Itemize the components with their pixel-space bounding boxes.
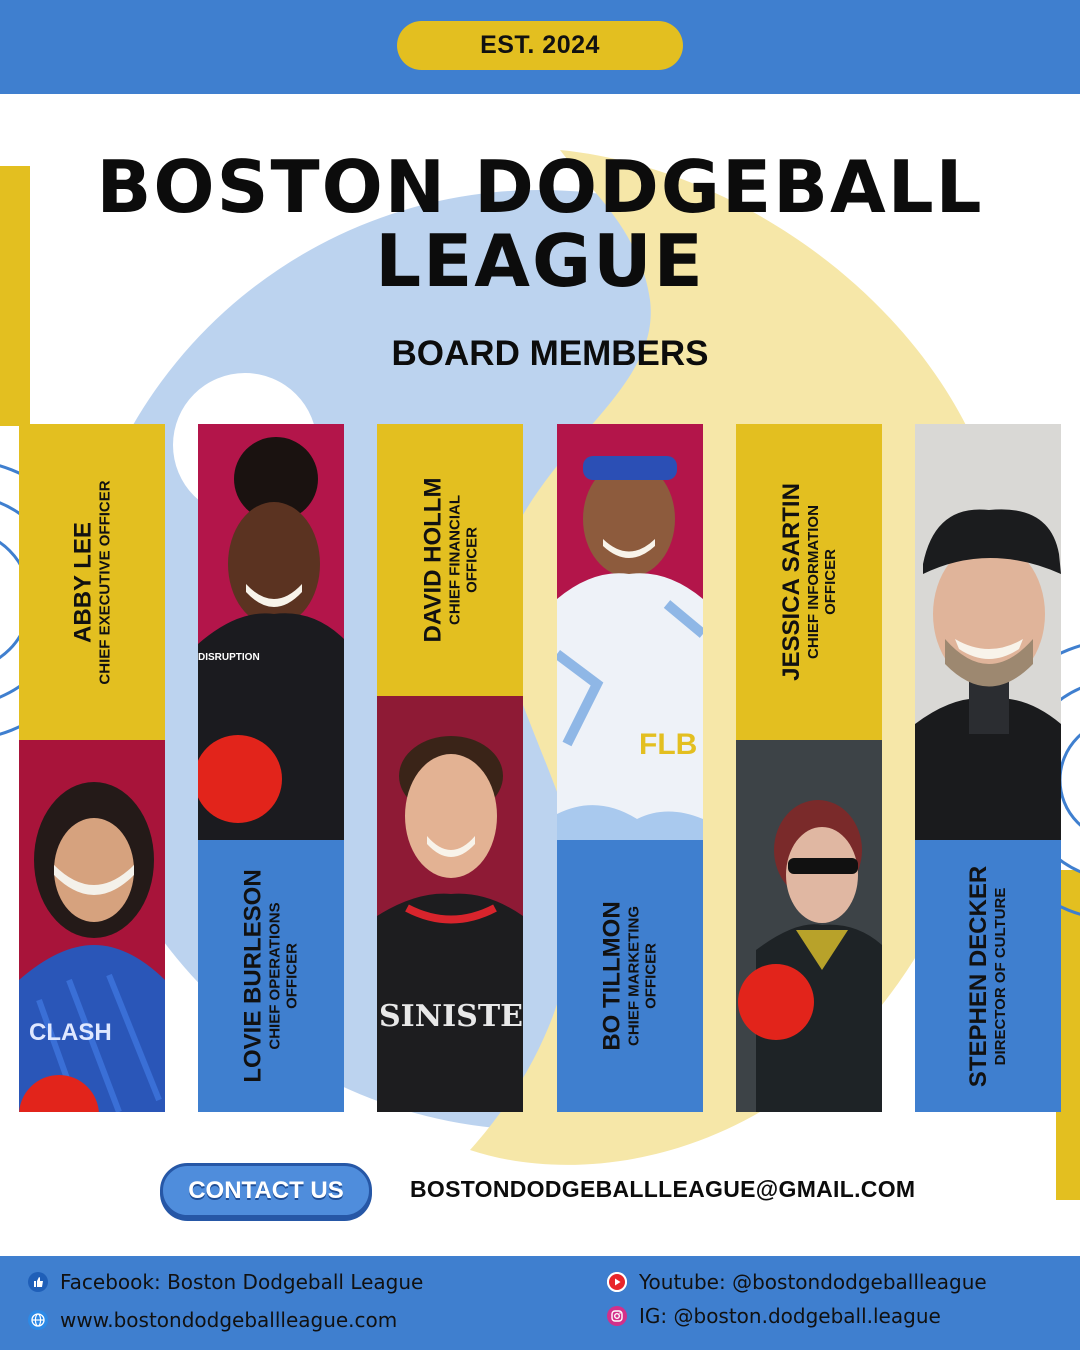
member-card-jessica-sartin: JESSICA SARTIN CHIEF INFORMATION OFFICER [736, 424, 882, 1112]
footer: Facebook: Boston Dodgeball League www.bo… [0, 1256, 1080, 1350]
member-card-stephen-decker: STEPHEN DECKER DIRECTOR OF CULTURE [915, 424, 1061, 1112]
svg-text:CLASH: CLASH [29, 1019, 112, 1046]
member-photo [736, 740, 882, 1112]
youtube-label: Youtube: @bostondodgeballleague [639, 1270, 987, 1294]
svg-text:FLB: FLB [639, 728, 697, 761]
member-name: LOVIE BURLESON [240, 869, 268, 1083]
footer-instagram[interactable]: IG: @boston.dodgeball.league [607, 1304, 941, 1328]
contact-email[interactable]: BOSTONDODGEBALLLEAGUE@GMAIL.COM [410, 1176, 915, 1203]
member-role: CHIEF MARKETING [626, 906, 643, 1046]
member-name: DAVID HOLLM [419, 477, 446, 643]
top-banner: EST. 2024 [0, 0, 1080, 94]
member-photo: CLASH [19, 740, 165, 1112]
website-label: www.bostondodgeballleague.com [60, 1308, 398, 1332]
member-role: OFFICER [463, 527, 480, 593]
member-label-block: LOVIE BURLESON CHIEF OPERATIONS OFFICER [198, 840, 344, 1112]
member-photo [915, 424, 1061, 840]
established-badge: EST. 2024 [397, 21, 683, 70]
member-role: DIRECTOR OF CULTURE [992, 887, 1010, 1065]
facebook-label: Facebook: Boston Dodgeball League [60, 1270, 424, 1294]
title-line-2: LEAGUE [375, 219, 705, 303]
footer-website[interactable]: www.bostondodgeballleague.com [28, 1308, 397, 1332]
member-role: OFFICER [643, 943, 660, 1009]
member-role: OFFICER [822, 549, 839, 615]
facebook-icon [28, 1272, 48, 1292]
member-photo: FLB [557, 424, 703, 840]
member-card-david-hollm: DAVID HOLLM CHIEF FINANCIAL OFFICER SINI… [377, 424, 523, 1112]
member-role: OFFICER [284, 943, 302, 1009]
member-card-lovie-burleson: DISRUPTION LOVIE BURLESON CHIEF OPERATIO… [198, 424, 344, 1112]
member-photo: SINISTER [377, 696, 523, 1112]
member-card-abby-lee: ABBY LEE CHIEF EXECUTIVE OFFICER CLASH [19, 424, 165, 1112]
svg-text:DISRUPTION: DISRUPTION [198, 652, 260, 663]
footer-youtube[interactable]: Youtube: @bostondodgeballleague [607, 1270, 987, 1294]
globe-icon [28, 1310, 48, 1330]
member-label-block: STEPHEN DECKER DIRECTOR OF CULTURE [915, 840, 1061, 1112]
svg-text:SINISTER: SINISTER [379, 999, 523, 1034]
title-line-1: BOSTON DODGEBALL [96, 145, 984, 229]
footer-facebook[interactable]: Facebook: Boston Dodgeball League [28, 1270, 423, 1294]
member-name: ABBY LEE [69, 521, 97, 643]
member-label-block: JESSICA SARTIN CHIEF INFORMATION OFFICER [736, 424, 882, 740]
member-photo: DISRUPTION [198, 424, 344, 840]
member-label-block: DAVID HOLLM CHIEF FINANCIAL OFFICER [377, 424, 523, 696]
instagram-label: IG: @boston.dodgeball.league [639, 1304, 941, 1328]
member-name: STEPHEN DECKER [965, 865, 993, 1087]
instagram-icon [607, 1306, 627, 1326]
section-subtitle: BOARD MEMBERS [391, 334, 709, 373]
member-card-bo-tillmon: FLB BO TILLMON CHIEF MARKETING OFFICER [557, 424, 703, 1112]
member-role: CHIEF EXECUTIVE OFFICER [96, 479, 114, 685]
member-name: BO TILLMON [599, 901, 626, 1051]
member-label-block: BO TILLMON CHIEF MARKETING OFFICER [557, 840, 703, 1112]
member-name: JESSICA SARTIN [778, 483, 805, 681]
contact-us-button[interactable]: CONTACT US [160, 1163, 372, 1218]
member-label-block: ABBY LEE CHIEF EXECUTIVE OFFICER [19, 424, 165, 740]
member-role: CHIEF INFORMATION [805, 505, 822, 659]
page-title: BOSTON DODGEBALL LEAGUE [60, 150, 1020, 298]
member-role: CHIEF FINANCIAL [446, 495, 463, 625]
youtube-icon [607, 1272, 627, 1292]
member-role: CHIEF OPERATIONS [267, 902, 285, 1050]
